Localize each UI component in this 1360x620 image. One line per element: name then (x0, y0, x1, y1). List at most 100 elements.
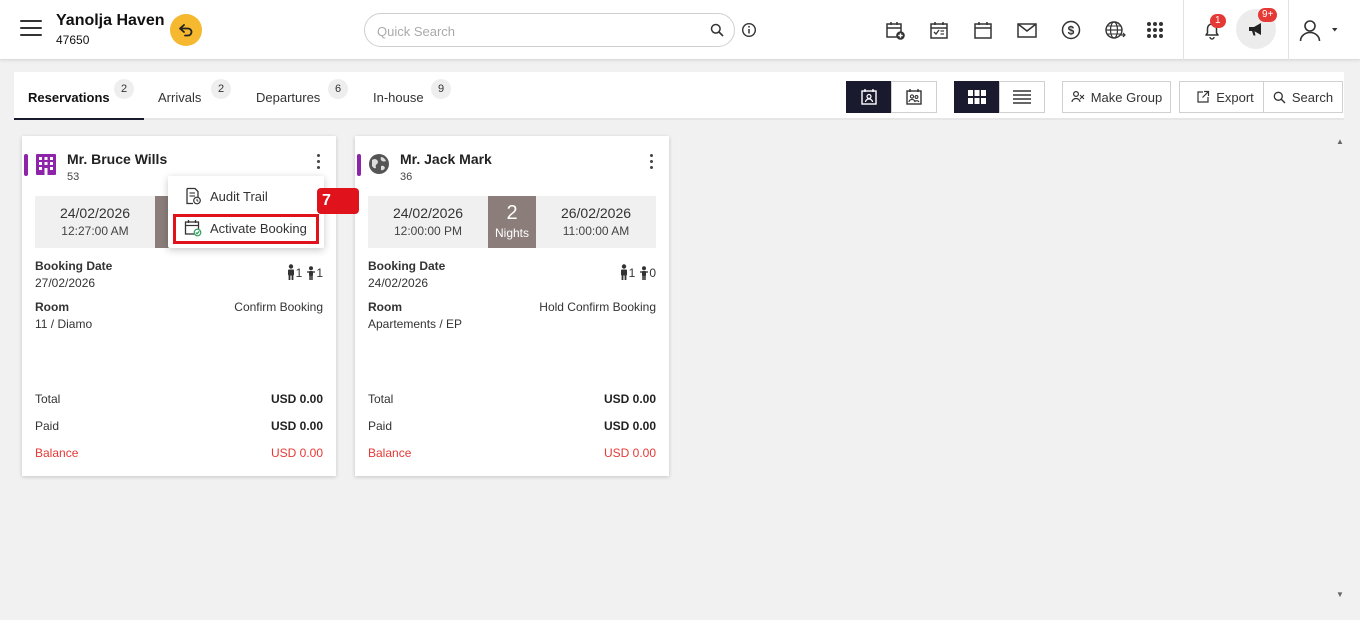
status-accent-bar (357, 154, 361, 176)
nights-count: 2 (506, 202, 518, 224)
total-amount: USD 0.00 (270, 392, 323, 406)
checkout: 26/02/2026 11:00:00 AM (536, 196, 656, 238)
booking-date: 24/02/2026 (368, 276, 429, 290)
svg-text:$: $ (1068, 24, 1075, 38)
globe-icon[interactable] (1103, 18, 1127, 42)
make-group-icon (1071, 90, 1085, 103)
tab-label: In-house (373, 90, 424, 105)
checkout-time: 11:00:00 AM (562, 224, 630, 238)
scroll-up-arrow[interactable]: ▲ (1336, 137, 1344, 146)
step-marker: 7 (317, 188, 359, 214)
undo-button[interactable] (170, 14, 202, 46)
nights-box: 2 Nights (488, 196, 536, 248)
calendar-person-icon (861, 89, 877, 105)
paid-label: Paid (368, 419, 393, 433)
menu-item-activate-booking[interactable]: Activate Booking (168, 212, 324, 244)
reservation-card[interactable]: Mr. Jack Mark 36 24/02/2026 12:00:00 PM … (355, 136, 669, 476)
user-icon (1299, 20, 1338, 42)
checkin-time: 12:27:00 AM (61, 224, 129, 238)
info-icon[interactable] (741, 22, 757, 38)
globe-icon (369, 154, 389, 174)
total-label: Total (368, 392, 394, 406)
tab-bar: Reservations 2 Arrivals 2 Departures 6 I… (14, 72, 1344, 120)
room-value: Apartements / EP (368, 317, 463, 331)
adults-count: 1 (628, 266, 636, 280)
tab-reservations[interactable]: Reservations 2 (14, 72, 144, 120)
calendar-check-icon[interactable] (927, 18, 951, 42)
search-button[interactable]: Search (1263, 81, 1343, 113)
export-label: Export (1216, 89, 1254, 105)
booking-status: Hold Confirm Booking (539, 300, 656, 314)
card-options-menu: Audit Trail Activate Booking (168, 176, 324, 248)
announcements-badge: 9+ (1258, 8, 1278, 22)
search-icon (1273, 91, 1286, 103)
scroll-down-arrow[interactable]: ▼ (1336, 590, 1344, 599)
notifications-badge: 1 (1210, 14, 1226, 28)
more-options-icon[interactable] (314, 154, 322, 172)
balance-label: Balance (368, 446, 412, 460)
group-calendar-view-button[interactable] (891, 81, 937, 113)
make-group-button[interactable]: Make Group (1062, 81, 1171, 113)
activate-booking-icon (184, 220, 202, 237)
tab-label: Arrivals (158, 90, 202, 105)
room-label: Room (368, 300, 402, 314)
tab-arrivals[interactable]: Arrivals 2 (144, 72, 242, 120)
pax-count: 1 0 (619, 264, 656, 280)
more-options-icon[interactable] (647, 154, 655, 172)
apps-grid-icon[interactable] (1143, 18, 1167, 42)
hotel-name: Yanolja Haven (56, 12, 165, 29)
balance-label: Balance (35, 446, 79, 460)
paid-amount: USD 0.00 (270, 419, 323, 433)
reservation-number: 36 (400, 171, 413, 183)
total-amount: USD 0.00 (603, 392, 656, 406)
booking-date-label: Booking Date (35, 259, 113, 273)
hotel-code: 47650 (56, 33, 90, 47)
stay-dates: 24/02/2026 12:00:00 PM 2 Nights 26/02/20… (368, 196, 656, 248)
grid-icon (968, 90, 986, 104)
checkin-date: 24/02/2026 (392, 205, 464, 221)
step-number: 7 (322, 192, 331, 209)
booking-status: Confirm Booking (234, 300, 323, 314)
child-icon (307, 266, 316, 280)
megaphone-icon (1249, 23, 1261, 36)
menu-item-label: Audit Trail (210, 189, 268, 204)
guest-name: Mr. Jack Mark (400, 151, 492, 167)
search-icon[interactable] (710, 23, 724, 37)
list-icon (1013, 90, 1031, 104)
quick-search-input[interactable] (377, 21, 697, 41)
children-count: 1 (316, 266, 323, 280)
divider (1183, 0, 1184, 60)
tab-departures[interactable]: Departures 6 (242, 72, 358, 120)
paid-amount: USD 0.00 (603, 419, 656, 433)
tab-in-house[interactable]: In-house 9 (359, 72, 459, 120)
room-label: Room (35, 300, 69, 314)
arrival-calendar-view-button[interactable] (846, 81, 892, 113)
divider (1288, 0, 1289, 60)
menu-item-audit-trail[interactable]: Audit Trail (168, 180, 324, 212)
checkin-time: 12:00:00 PM (393, 224, 463, 238)
menu-icon[interactable] (20, 20, 42, 38)
child-icon (640, 266, 649, 280)
dollar-icon[interactable]: $ (1059, 18, 1083, 42)
pax-count: 1 1 (286, 264, 323, 280)
top-bar: Yanolja Haven 47650 $ 1 9+ (0, 0, 1360, 60)
room-value: 11 / Diamo (35, 317, 93, 331)
tab-count: 2 (211, 79, 231, 99)
export-button[interactable]: Export (1179, 81, 1271, 113)
calendar-group-icon (906, 89, 922, 105)
building-icon (36, 154, 56, 175)
user-menu[interactable] (1298, 18, 1344, 42)
menu-item-label: Activate Booking (210, 221, 307, 236)
calendar-icon[interactable] (971, 18, 995, 42)
tab-count: 9 (431, 79, 451, 99)
tab-label: Reservations (28, 90, 110, 105)
mail-icon[interactable] (1015, 18, 1039, 42)
children-count: 0 (649, 266, 656, 280)
list-view-button[interactable] (999, 81, 1045, 113)
grid-view-button[interactable] (954, 81, 1000, 113)
nights-label: Nights (494, 226, 529, 240)
checkin-date: 24/02/2026 (59, 205, 131, 221)
checkin: 24/02/2026 12:00:00 PM (368, 196, 488, 238)
calendar-add-icon[interactable] (883, 18, 907, 42)
balance-amount: USD 0.00 (270, 446, 323, 460)
